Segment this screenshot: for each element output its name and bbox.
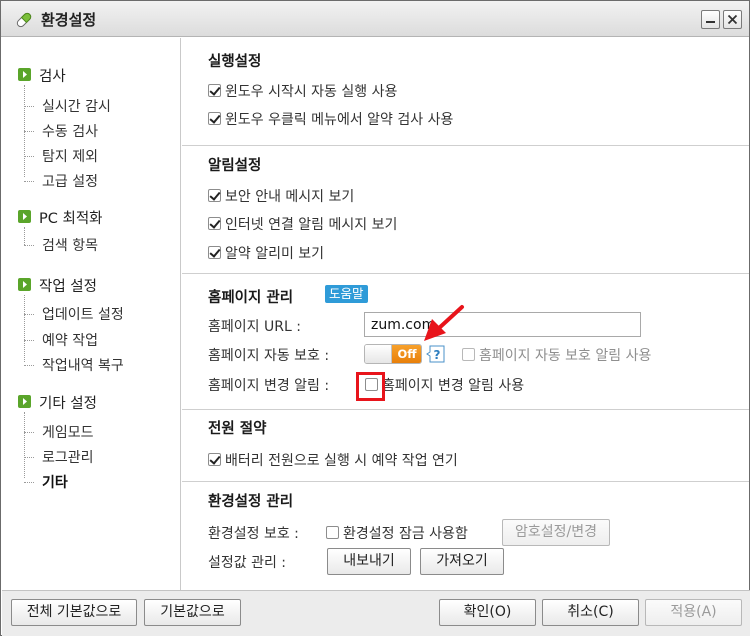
red-arrow-icon [424,305,464,341]
homepage-url-label: 홈페이지 URL : [208,319,301,335]
tree-connector [24,227,25,245]
app-pill-icon [16,12,32,28]
window-title: 환경설정 [41,11,97,29]
cancel-button[interactable]: 취소(C) [542,599,639,626]
dialog-footer: 전체 기본값으로 기본값으로 확인(O) 취소(C) 적용(A) [2,590,750,636]
homepage-protect-toggle[interactable]: Off [364,344,422,364]
settings-window: 환경설정 검사 실시간 감시 수동 검사 탐지 제외 고급 설정 PC 최적화 [0,0,750,636]
apply-button[interactable]: 적용(A) [645,599,742,626]
checkbox[interactable] [208,84,221,97]
reset-all-button[interactable]: 전체 기본값으로 [11,599,137,626]
section-title: 알림설정 [208,158,262,174]
section-alert: 알림설정 보안 안내 메시지 보기 인터넷 연결 알림 메시지 보기 알약 알리… [182,146,749,274]
checkbox[interactable] [208,189,221,202]
section-settings-manage: 환경설정 관리 환경설정 보호 : 환경설정 잠금 사용함 암호설정/변경 설정… [182,482,749,590]
checkbox[interactable] [208,112,221,125]
checkbox[interactable] [208,217,221,230]
green-arrow-icon [18,395,31,408]
section-title: 전원 절약 [208,421,267,437]
section-power: 전원 절약 배터리 전원으로 실행 시 예약 작업 연기 [182,410,749,482]
checkbox[interactable] [208,453,221,466]
toggle-knob [365,345,392,363]
import-button[interactable]: 가져오기 [420,548,504,575]
homepage-url-input[interactable] [364,312,641,337]
toggle-state: Off [392,345,421,363]
reset-button[interactable]: 기본값으로 [144,599,241,626]
green-arrow-icon [18,68,31,81]
minimize-icon [706,21,715,23]
tree-connector [24,295,25,362]
section-run: 실행설정 윈도우 시작시 자동 실행 사용 윈도우 우클릭 메뉴에서 알약 검사… [182,38,749,146]
green-arrow-icon [18,278,31,291]
close-icon [727,14,738,25]
ok-button[interactable]: 확인(O) [439,599,536,626]
help-link[interactable]: 도움말 [325,285,368,303]
password-button[interactable]: 암호설정/변경 [502,519,610,546]
section-title: 실행설정 [208,54,262,70]
homepage-protect-label: 홈페이지 자동 보호 : [208,348,330,364]
settings-content: 실행설정 윈도우 시작시 자동 실행 사용 윈도우 우클릭 메뉴에서 알약 검사… [182,38,749,590]
checkbox[interactable] [208,246,221,259]
section-title: 홈페이지 관리 [208,290,294,306]
highlight-box [356,372,385,401]
title-bar[interactable]: 환경설정 [1,1,749,37]
close-button[interactable] [723,10,742,29]
green-arrow-icon [18,210,31,223]
tree-connector [24,412,25,478]
section-title: 환경설정 관리 [208,494,294,510]
export-button[interactable]: 내보내기 [327,548,411,575]
settings-manage-label: 설정값 관리 : [208,555,287,571]
checkbox[interactable] [326,526,339,539]
minimize-button[interactable] [701,10,720,29]
settings-protect-label: 환경설정 보호 : [208,526,299,542]
settings-sidebar: 검사 실시간 감시 수동 검사 탐지 제외 고급 설정 PC 최적화 검색 항목… [2,38,181,590]
homepage-change-label: 홈페이지 변경 알림 : [208,378,330,394]
